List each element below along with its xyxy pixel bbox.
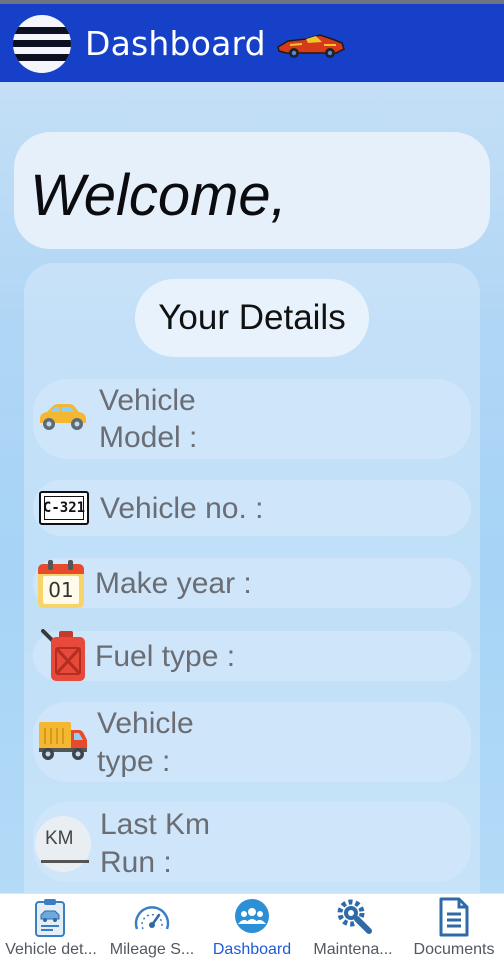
- speedometer-icon: [134, 906, 170, 930]
- vehicle-model-row: Vehicle Model :: [33, 379, 471, 459]
- vehicle-model-label-line2: Model :: [99, 421, 198, 454]
- truck-icon: [39, 722, 87, 760]
- fuel-can-icon: [41, 629, 85, 681]
- vehicle-type-label-line2: type :: [97, 745, 171, 778]
- details-title-chip: Your Details: [135, 279, 369, 357]
- wrench-gear-icon: [337, 899, 372, 934]
- last-km-label-line1: Last Km: [100, 808, 211, 841]
- vehicle-number-row: C-321 Vehicle no. :: [33, 480, 471, 536]
- details-title: Your Details: [158, 298, 346, 337]
- nav-label-mileage: Mileage S...: [109, 941, 195, 958]
- menu-button[interactable]: [13, 15, 71, 73]
- last-km-label-line2: Run :: [100, 846, 172, 879]
- welcome-text: Welcome,: [30, 163, 287, 228]
- fuel-type-label: Fuel type :: [95, 640, 236, 673]
- vehicle-type-row: Vehicle type :: [33, 702, 471, 782]
- nav-label-documents: Documents: [413, 941, 495, 958]
- vehicle-number-label: Vehicle no. :: [100, 492, 264, 525]
- nav-item-mileage[interactable]: Mileage S...: [102, 894, 202, 963]
- welcome-card: Welcome,: [14, 132, 490, 249]
- page-title: Dashboard: [85, 24, 266, 63]
- nav-label-maintenance: Maintena...: [313, 941, 393, 958]
- calendar-icon: 01: [38, 560, 84, 608]
- vehicle-details-icon: [35, 899, 65, 937]
- nav-item-vehicle-details[interactable]: Vehicle det...: [0, 894, 102, 963]
- vehicle-model-label-line1: Vehicle: [99, 384, 196, 417]
- car-icon: [40, 404, 86, 430]
- document-icon: [439, 897, 469, 937]
- nav-item-documents[interactable]: Documents: [404, 894, 504, 963]
- nav-item-maintenance[interactable]: Maintena...: [302, 894, 404, 963]
- fuel-type-row: Fuel type :: [33, 629, 471, 681]
- dashboard-content[interactable]: Welcome, Your Details Vehicle Model : C-…: [0, 82, 504, 893]
- odometer-km-icon: KM: [35, 816, 91, 872]
- make-year-row: 01 Make year :: [33, 558, 471, 608]
- make-year-label: Make year :: [95, 567, 252, 600]
- nav-label-dashboard: Dashboard: [212, 941, 292, 958]
- nav-item-dashboard[interactable]: Dashboard: [202, 894, 302, 963]
- license-plate-icon: C-321: [39, 491, 89, 525]
- bottom-navigation: Vehicle det... Mileage S... Dashboard Ma…: [0, 893, 504, 963]
- last-km-run-row: KM Last Km Run :: [33, 802, 471, 882]
- race-car-logo: [277, 34, 345, 58]
- vehicle-type-label-line1: Vehicle: [97, 707, 194, 740]
- app-bar: Dashboard: [0, 4, 504, 82]
- nav-label-vehicle-details: Vehicle det...: [5, 941, 97, 958]
- group-icon: [235, 899, 269, 933]
